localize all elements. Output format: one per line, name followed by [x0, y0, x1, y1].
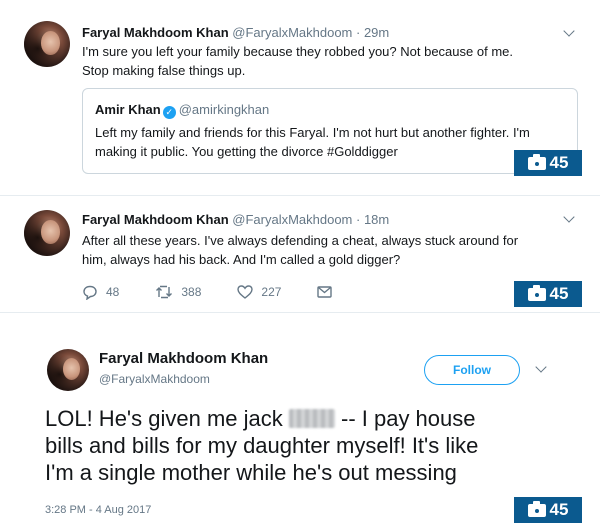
follow-button[interactable]: Follow — [424, 355, 520, 385]
quoted-tweet[interactable]: Amir Khan ✓ @amirkingkhan Left my family a… — [82, 88, 578, 174]
author-name[interactable]: Faryal Makhdoom Khan — [82, 25, 229, 40]
author-name[interactable]: Faryal Makhdoom Khan — [99, 350, 268, 367]
author-name[interactable]: Faryal Makhdoom Khan — [82, 212, 229, 227]
tweet-text-line: Stop making false things up. — [82, 63, 246, 78]
quoted-text-line: Left my family and friends for this Fary… — [95, 125, 530, 140]
tweet-time[interactable]: · 18m — [352, 212, 389, 227]
censored-word — [288, 409, 335, 428]
chevron-down-icon[interactable] — [563, 211, 575, 223]
photo-count-badge: 45 — [514, 281, 582, 307]
message-icon — [317, 286, 333, 298]
photo-count-badge: 45 — [514, 497, 582, 523]
direct-message-button[interactable] — [317, 286, 333, 298]
chevron-down-icon[interactable] — [535, 361, 547, 373]
photo-count-badge: 45 — [514, 150, 582, 176]
tweet-text-line: After all these years. I've always defen… — [82, 233, 519, 248]
like-icon — [237, 285, 254, 299]
like-button[interactable]: 227 — [237, 285, 281, 299]
camera-icon — [527, 500, 546, 517]
quoted-text-line: making it public. You getting the divorc… — [95, 144, 398, 159]
tweet-faryal-embedded: Faryal Makhdoom Khan @FaryalxMakhdoom LO… — [0, 312, 600, 527]
tweet-faryal-1: Faryal Makhdoom Khan @FaryalxMakhdoom · … — [0, 0, 600, 195]
avatar[interactable] — [47, 349, 89, 391]
tweet-text-line: I'm sure you left your family because th… — [82, 44, 513, 59]
tweet-text: I'm sure you left your family because th… — [82, 42, 582, 80]
author-handle[interactable]: @FaryalxMakhdoom — [232, 212, 352, 227]
retweet-button[interactable]: 388 — [155, 285, 201, 299]
tweet-text-fragment: LOL! He's given me jack — [45, 406, 283, 431]
quoted-tweet-header: Amir Khan ✓ @amirkingkhan — [95, 102, 269, 119]
camera-icon — [527, 153, 546, 170]
reply-count: 48 — [106, 285, 120, 299]
quoted-author-handle: @amirkingkhan — [178, 102, 270, 117]
verified-icon: ✓ — [162, 106, 176, 119]
retweet-icon — [156, 285, 173, 299]
quoted-tweet-text: Left my family and friends for this Fary… — [95, 123, 565, 161]
tweet-text-line: bills and bills for my daughter myself! … — [45, 433, 479, 458]
chevron-down-icon[interactable] — [563, 25, 575, 37]
author-handle[interactable]: @FaryalxMakhdoom — [232, 25, 352, 40]
avatar[interactable] — [24, 21, 70, 67]
tweet-date[interactable]: 3:28 PM - 4 Aug 2017 — [45, 504, 151, 516]
camera-icon — [527, 284, 546, 301]
tweet-text-line: him, always had his back. And I'm called… — [82, 252, 401, 267]
tweet-text-fragment: -- I pay house — [334, 406, 476, 431]
tweet-actions: 48 388 227 — [82, 282, 368, 302]
tweet-header: Faryal Makhdoom Khan @FaryalxMakhdoom · … — [82, 25, 389, 40]
tweet-text: After all these years. I've always defen… — [82, 231, 582, 269]
author-handle[interactable]: @FaryalxMakhdoom — [99, 372, 210, 386]
photo-count: 45 — [549, 284, 569, 303]
tweet-faryal-2: Faryal Makhdoom Khan @FaryalxMakhdoom · … — [0, 195, 600, 312]
like-count: 227 — [261, 285, 282, 299]
tweet-text-line: I'm a single mother while he's out messi… — [45, 460, 457, 485]
avatar[interactable] — [24, 210, 70, 256]
retweet-count: 388 — [181, 285, 202, 299]
photo-count: 45 — [549, 153, 569, 172]
tweet-text-line: LOL! He's given me jack -- I pay house — [45, 405, 565, 432]
reply-icon — [83, 285, 97, 300]
quoted-author-name: Amir Khan — [95, 102, 161, 117]
tweet-text: LOL! He's given me jack -- I pay house b… — [45, 405, 565, 486]
tweet-header: Faryal Makhdoom Khan @FaryalxMakhdoom · … — [82, 212, 389, 227]
reply-button[interactable]: 48 — [82, 285, 119, 300]
photo-count: 45 — [549, 500, 569, 519]
tweet-time[interactable]: · 29m — [352, 25, 389, 40]
